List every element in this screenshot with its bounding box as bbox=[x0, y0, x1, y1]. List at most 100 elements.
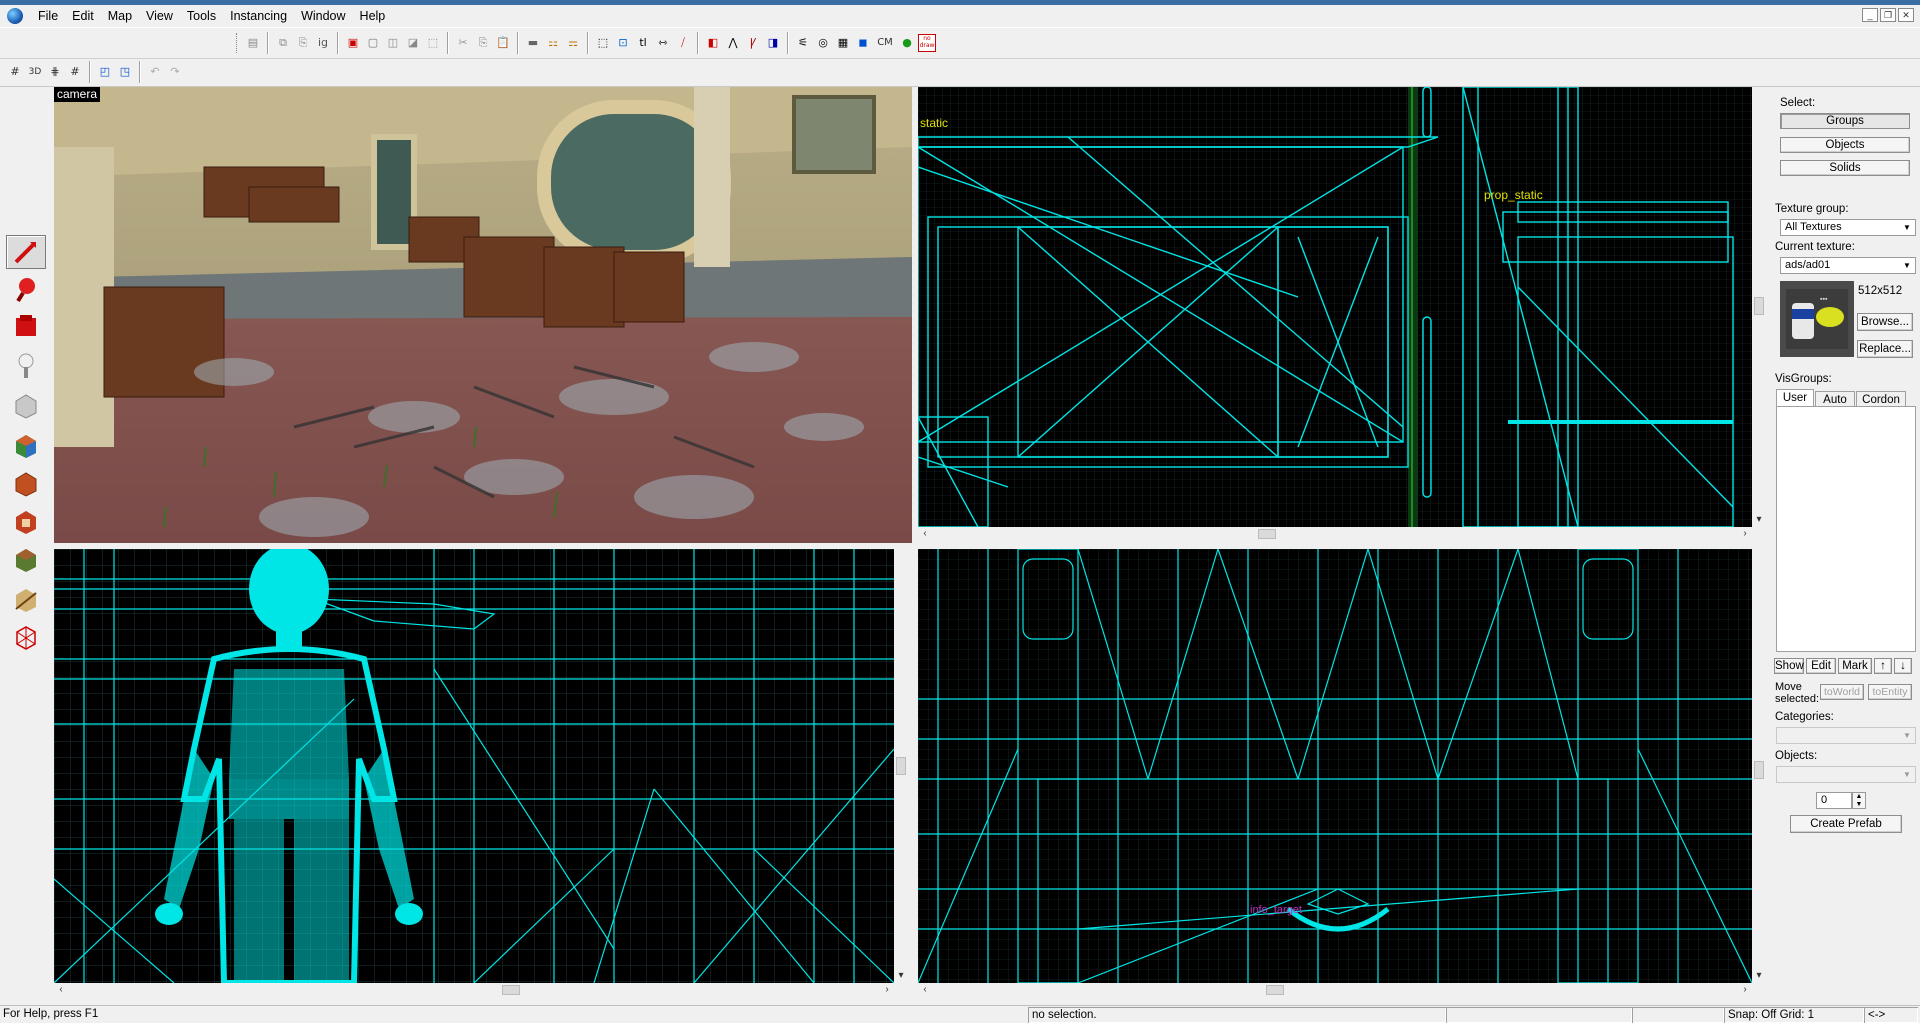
smaller-grid-icon[interactable]: ⋕ bbox=[46, 63, 64, 81]
menu-tools[interactable]: Tools bbox=[180, 5, 223, 27]
visgroup-mark-button[interactable]: Mark bbox=[1838, 658, 1872, 674]
decal-tool-icon[interactable] bbox=[6, 504, 46, 538]
scroll-down-icon[interactable]: ▾ bbox=[1752, 513, 1766, 527]
hide-unselected-icon[interactable]: ◪ bbox=[404, 34, 422, 52]
texture-application-tool-icon[interactable] bbox=[6, 428, 46, 462]
select-groups-button[interactable]: Groups bbox=[1780, 113, 1910, 129]
chevron-down-icon[interactable]: ▼ bbox=[1900, 221, 1914, 234]
objects-select[interactable]: ▼ bbox=[1776, 766, 1916, 783]
visgroup-tab-user[interactable]: User bbox=[1776, 389, 1814, 406]
scroll-thumb[interactable] bbox=[1754, 761, 1764, 779]
restore-icon[interactable]: ❐ bbox=[1880, 8, 1896, 22]
larger-grid-icon[interactable]: # bbox=[66, 63, 84, 81]
texture-group-select[interactable]: All Textures ▼ bbox=[1780, 219, 1916, 236]
minimize-icon[interactable]: _ bbox=[1862, 8, 1878, 22]
chevron-down-icon[interactable]: ▼ bbox=[1900, 768, 1914, 781]
scroll-left-icon[interactable]: ‹ bbox=[54, 983, 68, 997]
menu-file[interactable]: File bbox=[31, 5, 65, 27]
vertex-manipulation-tool-icon[interactable] bbox=[6, 620, 46, 654]
hollow-icon[interactable]: ⚏ bbox=[544, 34, 562, 52]
to-world-button[interactable]: toWorld bbox=[1820, 684, 1864, 700]
hide-selected-icon[interactable]: ◫ bbox=[384, 34, 402, 52]
categories-select[interactable]: ▼ bbox=[1776, 727, 1916, 744]
displacement-icon[interactable]: ⋀ bbox=[724, 34, 742, 52]
paste-objects-icon[interactable]: ⎘ bbox=[294, 34, 312, 52]
save-icon[interactable]: ▤ bbox=[244, 34, 262, 52]
undo-icon[interactable]: ↶ bbox=[146, 63, 164, 81]
apply-current-texture-icon[interactable] bbox=[6, 466, 46, 500]
leaf-toggle-icon[interactable]: ● bbox=[898, 34, 916, 52]
camera-tool-icon[interactable] bbox=[6, 309, 46, 343]
to-entity-button[interactable]: toEntity bbox=[1868, 684, 1912, 700]
replace-button[interactable]: Replace... bbox=[1857, 340, 1913, 358]
unhide-all-icon[interactable]: ⬚ bbox=[424, 34, 442, 52]
texture-lock-icon[interactable]: ⊡ bbox=[614, 34, 632, 52]
select-objects-button[interactable]: Objects bbox=[1780, 137, 1910, 153]
menu-map[interactable]: Map bbox=[101, 5, 139, 27]
carve-icon[interactable]: ▬ bbox=[524, 34, 542, 52]
nodraw-toggle-button[interactable]: no draw bbox=[918, 34, 936, 52]
chevron-down-icon[interactable]: ▼ bbox=[1900, 259, 1914, 272]
side-view-horizontal-scrollbar[interactable]: ‹ › bbox=[918, 983, 1766, 997]
block-tool-icon[interactable] bbox=[6, 388, 46, 422]
visgroup-list[interactable] bbox=[1776, 406, 1916, 652]
scroll-right-icon[interactable]: › bbox=[1738, 527, 1752, 541]
scroll-down-icon[interactable]: ▾ bbox=[894, 969, 908, 983]
menu-edit[interactable]: Edit bbox=[65, 5, 101, 27]
vmf-compile-icon[interactable]: ◧ bbox=[704, 34, 722, 52]
overlay-icon[interactable]: ◨ bbox=[764, 34, 782, 52]
paste-icon[interactable]: 📋 bbox=[494, 34, 512, 52]
move-up-icon[interactable]: ↑ bbox=[1874, 658, 1892, 674]
toggle-grid-icon[interactable]: ▦ bbox=[834, 34, 852, 52]
top-view-vertical-scrollbar[interactable]: ▾ bbox=[1752, 87, 1766, 527]
move-handles-icon[interactable]: ⇿ bbox=[654, 34, 672, 52]
load-window-state-icon[interactable]: ◰ bbox=[96, 63, 114, 81]
scroll-right-icon[interactable]: › bbox=[1738, 983, 1752, 997]
scroll-thumb[interactable] bbox=[1754, 297, 1764, 315]
cut-icon[interactable]: ✂ bbox=[454, 34, 472, 52]
scroll-down-icon[interactable]: ▾ bbox=[1752, 969, 1766, 983]
hammer-app-icon[interactable] bbox=[7, 8, 23, 24]
front-view-vertical-scrollbar[interactable]: ▾ bbox=[894, 549, 908, 983]
portal-icon[interactable]: Ꝩ bbox=[744, 34, 762, 52]
top-2d-viewport[interactable]: static prop_static bbox=[918, 87, 1752, 527]
selection-tool-icon[interactable] bbox=[6, 235, 46, 269]
current-texture-select[interactable]: ads/ad01 ▼ bbox=[1780, 257, 1916, 274]
close-icon[interactable]: ✕ bbox=[1898, 8, 1914, 22]
toggle-cubemap-icon[interactable]: ◎ bbox=[814, 34, 832, 52]
scroll-thumb[interactable] bbox=[1258, 529, 1276, 539]
front-view-horizontal-scrollbar[interactable]: ‹ › bbox=[54, 983, 908, 997]
move-down-icon[interactable]: ↓ bbox=[1894, 658, 1912, 674]
entity-tool-icon[interactable] bbox=[6, 349, 46, 383]
scroll-thumb[interactable] bbox=[896, 757, 906, 775]
create-prefab-button[interactable]: Create Prefab bbox=[1790, 815, 1902, 833]
magnify-tool-icon[interactable] bbox=[6, 272, 46, 306]
menu-help[interactable]: Help bbox=[353, 5, 393, 27]
toggle-textures-icon[interactable]: ◼ bbox=[854, 34, 872, 52]
cubemap-toggle-button[interactable]: CM bbox=[874, 34, 896, 52]
ignore-groups-icon[interactable]: ig bbox=[314, 34, 332, 52]
prefab-count-input[interactable]: 0 bbox=[1816, 792, 1852, 809]
menu-instancing[interactable]: Instancing bbox=[223, 5, 294, 27]
scroll-thumb[interactable] bbox=[1266, 985, 1284, 995]
toggle-models-icon[interactable]: ⚟ bbox=[794, 34, 812, 52]
side-view-vertical-scrollbar[interactable]: ▾ bbox=[1752, 549, 1766, 983]
group-icon[interactable]: ▣ bbox=[344, 34, 362, 52]
3d-grid-icon[interactable]: 3D bbox=[26, 63, 44, 81]
scroll-thumb[interactable] bbox=[502, 985, 520, 995]
top-view-horizontal-scrollbar[interactable]: ‹ › bbox=[918, 527, 1766, 541]
texture-lock-scale-icon[interactable]: tl bbox=[634, 34, 652, 52]
camera-viewport[interactable]: camera bbox=[54, 87, 912, 543]
copy-objects-icon[interactable]: ⧉ bbox=[274, 34, 292, 52]
redo-icon[interactable]: ↷ bbox=[166, 63, 184, 81]
front-2d-viewport[interactable] bbox=[54, 549, 894, 983]
save-window-state-icon[interactable]: ◳ bbox=[116, 63, 134, 81]
scroll-right-icon[interactable]: › bbox=[880, 983, 894, 997]
prefab-count-spinner[interactable]: ▲ ▼ bbox=[1852, 792, 1866, 809]
visgroup-show-button[interactable]: Show bbox=[1774, 658, 1804, 674]
texture-preview-image[interactable]: ▪▪▪ bbox=[1780, 281, 1854, 357]
ungroup-icon[interactable]: ▢ bbox=[364, 34, 382, 52]
selection-box-icon[interactable]: ⬚ bbox=[594, 34, 612, 52]
chevron-down-icon[interactable]: ▼ bbox=[1900, 729, 1914, 742]
select-solids-button[interactable]: Solids bbox=[1780, 160, 1910, 176]
